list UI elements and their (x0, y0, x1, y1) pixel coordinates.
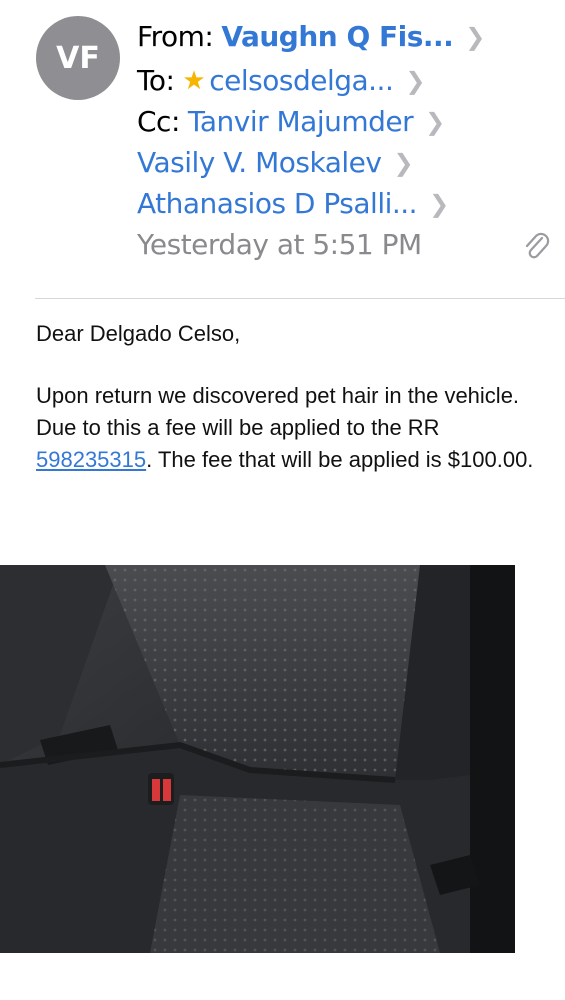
attached-photo-car-seat[interactable] (0, 565, 515, 953)
chevron-right-icon[interactable]: ❯ (393, 149, 413, 177)
from-sender-name[interactable]: Vaughn Q Fis... (221, 20, 453, 53)
date-row: Yesterday at 5:51 PM (137, 228, 422, 261)
paragraph-text: Upon return we discovered pet hair in th… (36, 383, 520, 440)
cc-row: Cc: Tanvir Majumder ❯ (137, 105, 445, 138)
message-paragraph: Upon return we discovered pet hair in th… (36, 380, 556, 476)
star-icon: ★ (182, 65, 206, 96)
cc-recipient-name[interactable]: Vasily V. Moskalev (137, 146, 382, 179)
from-label: From: (137, 20, 214, 53)
cc-label: Cc: (137, 105, 180, 138)
chevron-right-icon[interactable]: ❯ (465, 23, 485, 51)
sender-avatar[interactable]: VF (36, 16, 120, 100)
from-row: From: Vaughn Q Fis... ❯ (137, 20, 485, 53)
cc-recipient-name[interactable]: Athanasios D Psalli... (137, 187, 418, 220)
chevron-right-icon[interactable]: ❯ (405, 67, 425, 95)
cc-row: Athanasios D Psalli... ❯ (137, 187, 449, 220)
to-label: To: (137, 64, 175, 97)
cc-recipient-name[interactable]: Tanvir Majumder (188, 105, 414, 138)
cc-row: Vasily V. Moskalev ❯ (137, 146, 414, 179)
chevron-right-icon[interactable]: ❯ (425, 108, 445, 136)
rr-number-link[interactable]: 598235315 (36, 447, 146, 472)
chevron-right-icon[interactable]: ❯ (429, 190, 449, 218)
to-row: To: ★ celsosdelga... ❯ (137, 64, 425, 97)
to-recipient-name[interactable]: celsosdelga... (209, 64, 394, 97)
header-divider (35, 298, 565, 299)
avatar-initials: VF (56, 40, 100, 76)
paperclip-icon (525, 232, 550, 259)
sent-date: Yesterday at 5:51 PM (137, 228, 422, 261)
greeting: Dear Delgado Celso, (36, 321, 241, 346)
paragraph-text: . The fee that will be applied is $100.0… (146, 447, 534, 472)
